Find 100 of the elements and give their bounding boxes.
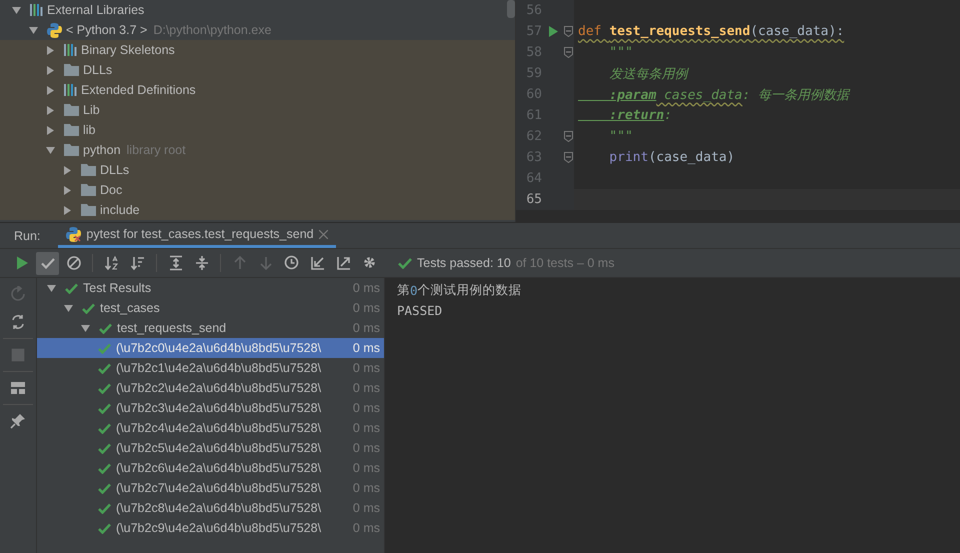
close-icon[interactable] bbox=[318, 230, 328, 238]
test-tree-row[interactable]: (\u7b2c8\u4e2a\u6d4b\u8bd5\u7528\ 0 ms bbox=[37, 498, 384, 518]
test-duration: 0 ms bbox=[352, 461, 381, 475]
up-arrow-icon bbox=[232, 255, 248, 271]
test-duration: 0 ms bbox=[352, 521, 381, 535]
run-tab[interactable]: pytest for test_cases.test_requests_send bbox=[58, 223, 336, 248]
expanded-arrow-icon[interactable] bbox=[64, 304, 73, 312]
test-tree-row[interactable]: (\u7b2c2\u4e2a\u6d4b\u8bd5\u7528\ 0 ms bbox=[37, 378, 384, 398]
test-tree-row[interactable]: (\u7b2c4\u4e2a\u6d4b\u8bd5\u7528\ 0 ms bbox=[37, 418, 384, 438]
test-duration: 0 ms bbox=[352, 321, 381, 335]
test-tree-row[interactable]: test_requests_send 0 ms bbox=[37, 318, 384, 338]
tree-item-label[interactable]: Doc bbox=[100, 183, 122, 197]
test-name: (\u7b2c5\u4e2a\u6d4b\u8bd5\u7528\ bbox=[116, 441, 322, 455]
layout-icon bbox=[10, 380, 26, 396]
tree-item-label[interactable]: < Python 3.7 > bbox=[66, 23, 148, 37]
collapse-icon bbox=[194, 255, 210, 271]
test-tree-row[interactable]: (\u7b2c6\u4e2a\u6d4b\u8bd5\u7528\ 0 ms bbox=[37, 458, 384, 478]
scrollbar-thumb[interactable] bbox=[507, 0, 515, 18]
test-name: test_requests_send bbox=[117, 321, 226, 335]
show-passed-button[interactable] bbox=[36, 252, 59, 274]
test-duration: 0 ms bbox=[352, 441, 381, 455]
collapsed-arrow-icon[interactable] bbox=[46, 46, 55, 54]
refresh-icon bbox=[10, 286, 26, 302]
collapsed-arrow-icon[interactable] bbox=[63, 206, 72, 214]
fold-icon[interactable] bbox=[564, 152, 573, 163]
test-duration: 0 ms bbox=[352, 501, 381, 515]
collapsed-arrow-icon[interactable] bbox=[46, 126, 55, 134]
tree-item-label[interactable]: Extended Definitions bbox=[81, 83, 196, 97]
test-tree-row[interactable]: (\u7b2c3\u4e2a\u6d4b\u8bd5\u7528\ 0 ms bbox=[37, 398, 384, 418]
test-tree-row[interactable]: test_cases 0 ms bbox=[37, 298, 384, 318]
test-duration: 0 ms bbox=[352, 481, 381, 495]
folder-icon bbox=[64, 104, 79, 116]
sort-icon bbox=[130, 255, 146, 271]
test-name: (\u7b2c6\u4e2a\u6d4b\u8bd5\u7528\ bbox=[116, 461, 322, 475]
check-icon bbox=[82, 302, 95, 314]
test-name: (\u7b2c2\u4e2a\u6d4b\u8bd5\u7528\ bbox=[116, 381, 322, 395]
check-icon bbox=[98, 382, 111, 394]
collapsed-arrow-icon[interactable] bbox=[46, 66, 55, 74]
tree-item-label[interactable]: DLLs bbox=[100, 163, 130, 177]
tree-item-label[interactable]: DLLs bbox=[83, 63, 112, 77]
expanded-arrow-icon[interactable] bbox=[29, 26, 38, 34]
fold-icon[interactable] bbox=[564, 26, 573, 37]
tests-passed-count: Tests passed: 10 bbox=[417, 256, 511, 270]
pytest-icon bbox=[66, 226, 82, 242]
expanded-arrow-icon[interactable] bbox=[47, 284, 56, 292]
library-icon bbox=[64, 84, 77, 96]
test-tree-row[interactable]: (\u7b2c1\u4e2a\u6d4b\u8bd5\u7528\ 0 ms bbox=[37, 358, 384, 378]
line-number: 65 bbox=[525, 192, 542, 207]
collapsed-arrow-icon[interactable] bbox=[46, 86, 55, 94]
test-name: (\u7b2c3\u4e2a\u6d4b\u8bd5\u7528\ bbox=[116, 401, 322, 415]
test-duration: 0 ms bbox=[352, 401, 381, 415]
expanded-arrow-icon[interactable] bbox=[81, 324, 90, 332]
test-duration: 0 ms bbox=[352, 341, 381, 355]
test-tree-row[interactable]: (\u7b2c5\u4e2a\u6d4b\u8bd5\u7528\ 0 ms bbox=[37, 438, 384, 458]
test-duration: 0 ms bbox=[352, 301, 381, 315]
tree-item-label[interactable]: Binary Skeletons bbox=[81, 43, 175, 57]
tree-item-label[interactable]: External Libraries bbox=[47, 3, 144, 17]
test-name: (\u7b2c7\u4e2a\u6d4b\u8bd5\u7528\ bbox=[116, 481, 322, 495]
collapsed-arrow-icon[interactable] bbox=[46, 106, 55, 114]
test-tree-row[interactable]: Test Results 0 ms bbox=[37, 278, 384, 298]
test-tree-row[interactable]: (\u7b2c0\u4e2a\u6d4b\u8bd5\u7528\ 0 ms bbox=[37, 338, 384, 358]
test-tree-row[interactable]: (\u7b2c9\u4e2a\u6d4b\u8bd5\u7528\ 0 ms bbox=[37, 518, 384, 538]
test-name: test_cases bbox=[100, 301, 160, 315]
tree-item-label[interactable]: lib bbox=[83, 123, 96, 137]
test-name: (\u7b2c9\u4e2a\u6d4b\u8bd5\u7528\ bbox=[116, 521, 322, 535]
test-name: (\u7b2c4\u4e2a\u6d4b\u8bd5\u7528\ bbox=[116, 421, 322, 435]
test-name: (\u7b2c0\u4e2a\u6d4b\u8bd5\u7528\ bbox=[116, 341, 322, 355]
expanded-arrow-icon[interactable] bbox=[46, 146, 55, 154]
run-label: Run: bbox=[14, 228, 40, 242]
expanded-arrow-icon[interactable] bbox=[12, 6, 21, 14]
tree-item-label[interactable]: include bbox=[100, 203, 140, 217]
check-icon bbox=[98, 422, 111, 434]
code-line: """ bbox=[608, 129, 633, 144]
tree-item-hint: library root bbox=[126, 143, 186, 157]
code-line: def test_requests_send(case_data): bbox=[577, 24, 844, 39]
test-duration: 0 ms bbox=[352, 281, 381, 295]
test-tree-row[interactable]: (\u7b2c7\u4e2a\u6d4b\u8bd5\u7528\ 0 ms bbox=[37, 478, 384, 498]
tree-item-hint: D:\python\python.exe bbox=[153, 23, 272, 37]
tree-item-label[interactable]: Lib bbox=[83, 103, 100, 117]
tree-item-label[interactable]: python bbox=[83, 143, 121, 157]
clock-icon bbox=[284, 255, 300, 271]
import-icon bbox=[310, 255, 326, 271]
collapsed-arrow-icon[interactable] bbox=[63, 166, 72, 174]
fold-icon[interactable] bbox=[564, 47, 573, 58]
collapsed-arrow-icon[interactable] bbox=[63, 186, 72, 194]
sync-icon bbox=[10, 314, 26, 330]
check-icon bbox=[98, 482, 111, 494]
code-line: print(case_data) bbox=[608, 150, 735, 165]
check-icon bbox=[65, 282, 78, 294]
console-line: PASSED bbox=[397, 302, 444, 320]
folder-icon bbox=[64, 144, 79, 156]
check-icon bbox=[98, 342, 111, 354]
check-icon bbox=[98, 402, 111, 414]
check-icon bbox=[98, 362, 111, 374]
test-name: (\u7b2c8\u4e2a\u6d4b\u8bd5\u7528\ bbox=[116, 501, 322, 515]
check-icon bbox=[99, 322, 112, 334]
pin-icon bbox=[10, 413, 26, 429]
run-icon[interactable] bbox=[548, 26, 558, 37]
folder-icon bbox=[81, 184, 96, 196]
fold-icon[interactable] bbox=[564, 131, 573, 142]
